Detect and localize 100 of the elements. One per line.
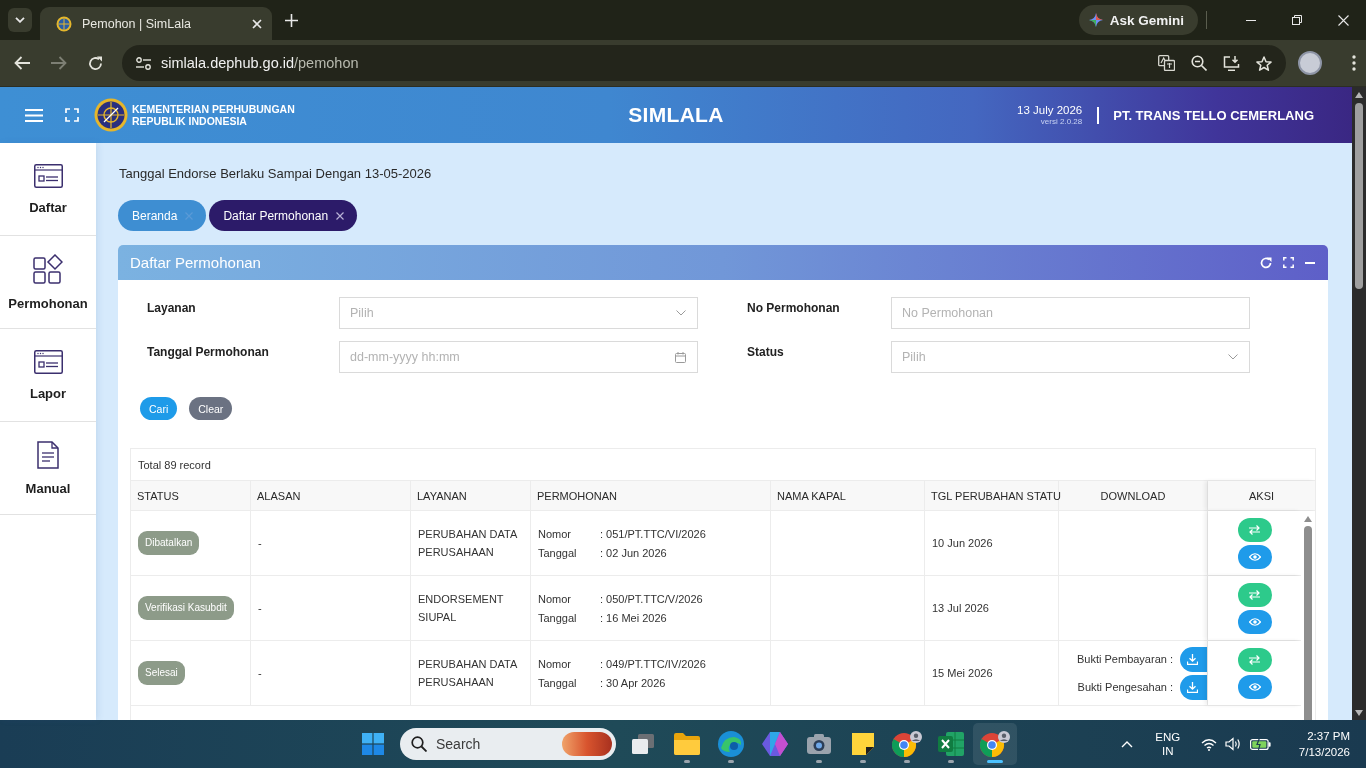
column-header: ALASAN xyxy=(251,481,411,510)
install-icon[interactable] xyxy=(1223,55,1240,71)
browser-icon xyxy=(892,731,922,757)
column-header: LAYANAN xyxy=(411,481,531,510)
field-value: : 051/PT.TTC/VI/2026 xyxy=(600,526,706,542)
swap-arrows-icon xyxy=(1249,654,1260,665)
minimize-icon[interactable] xyxy=(1246,19,1256,21)
fullscreen-icon[interactable] xyxy=(65,108,79,122)
clock-date[interactable]: 7/13/2026 xyxy=(1298,744,1350,760)
menu-icon[interactable] xyxy=(25,108,43,122)
download-button[interactable] xyxy=(1180,646,1207,672)
caret-down-icon xyxy=(15,17,25,23)
taskbar-button[interactable] xyxy=(973,723,1017,765)
sidebar-item[interactable]: Daftar xyxy=(0,143,96,236)
tab[interactable]: Daftar Permohonan xyxy=(209,200,358,231)
scrollbar-thumb[interactable] xyxy=(1304,526,1312,720)
column-header: STATUS xyxy=(131,481,251,510)
star-icon[interactable] xyxy=(1256,55,1272,71)
task-view-icon xyxy=(632,734,654,754)
clock-time[interactable]: 2:37 PM xyxy=(1307,728,1350,744)
field-value: : 049/PT.TTC/IV/2026 xyxy=(600,656,706,672)
sidebar-item[interactable]: Manual xyxy=(0,422,96,515)
browser-tab[interactable]: Pemohon | SimLala xyxy=(40,7,272,40)
app-title: SIMLALA xyxy=(628,103,724,127)
speaker-icon[interactable] xyxy=(1224,737,1242,751)
column-header: NAMA KAPAL xyxy=(771,481,925,510)
caret-up-icon[interactable] xyxy=(1355,92,1363,98)
form-window-icon xyxy=(33,163,63,188)
clear-button[interactable]: Clear xyxy=(189,397,233,420)
battery-icon[interactable] xyxy=(1249,738,1271,750)
search-field[interactable]: Search xyxy=(400,728,616,760)
profile-avatar[interactable] xyxy=(1298,51,1322,75)
back-arrow-icon[interactable] xyxy=(14,56,30,70)
field-label: Tanggal xyxy=(538,545,578,561)
language-code[interactable]: ENG xyxy=(1152,730,1183,744)
swap-arrows-icon xyxy=(1249,524,1260,535)
view-button[interactable] xyxy=(1237,674,1272,699)
fullscreen-icon[interactable] xyxy=(1283,257,1294,268)
header-date: 13 July 2026 xyxy=(1017,103,1083,117)
caret-down-icon[interactable] xyxy=(1355,710,1363,716)
swirl-icon xyxy=(718,731,744,757)
field-label: Tanggal xyxy=(538,675,578,691)
sticky-note-icon xyxy=(852,733,874,755)
form-window-icon xyxy=(33,349,63,374)
sidebar-item[interactable]: Lapor xyxy=(0,329,96,422)
status-badge: Selesai xyxy=(138,661,185,685)
tab-list-button[interactable] xyxy=(8,8,32,32)
field-label: Tanggal Permohonan xyxy=(147,344,270,361)
view-button[interactable] xyxy=(1237,544,1272,569)
apps-grid-icon xyxy=(33,253,63,284)
wifi-icon[interactable] xyxy=(1200,737,1217,751)
tune-icon[interactable] xyxy=(136,56,151,70)
eye-icon xyxy=(1248,682,1261,691)
zoom-out-icon[interactable] xyxy=(1191,55,1207,71)
download-button[interactable] xyxy=(1180,674,1207,700)
swap-arrows-icon xyxy=(1249,589,1260,600)
reload-icon[interactable] xyxy=(88,55,103,71)
search-icon xyxy=(411,736,427,752)
field-label: Nomor xyxy=(538,656,572,672)
restore-icon[interactable] xyxy=(1292,15,1302,25)
refresh-icon[interactable] xyxy=(1260,256,1272,269)
table-cell-text: 13 Jul 2026 xyxy=(932,601,989,616)
table-cell-text: PERUBAHAN DATA PERUSAHAAN xyxy=(418,657,518,690)
emblem-icon xyxy=(56,15,72,32)
status-badge: Verifikasi Kasubdit xyxy=(138,596,234,620)
plus-icon[interactable] xyxy=(285,13,298,27)
close-icon[interactable] xyxy=(336,211,345,220)
spreadsheet-icon xyxy=(938,732,964,756)
table-cell-text: ENDORSEMENT SIUPAL xyxy=(418,592,505,625)
ribbon-icon xyxy=(762,732,788,756)
field-value: : 30 Apr 2026 xyxy=(600,675,667,691)
chevron-down-icon xyxy=(1228,354,1238,360)
kebab-menu-icon[interactable] xyxy=(1352,55,1356,71)
sidebar-item[interactable]: Permohonan xyxy=(0,236,96,329)
translate-icon[interactable] xyxy=(1158,55,1175,71)
scrollbar-track[interactable] xyxy=(1352,87,1366,720)
emblem-logo xyxy=(94,98,128,132)
download-icon xyxy=(1187,681,1198,693)
field-label: Layanan xyxy=(147,300,197,317)
region-code[interactable]: IN xyxy=(1152,744,1183,758)
address-bar[interactable]: simlala.dephub.go.id/pemohon xyxy=(122,45,1286,81)
four-squares-icon[interactable] xyxy=(362,733,384,755)
chevron-up-icon[interactable] xyxy=(1120,740,1133,748)
column-header: PERMOHONAN xyxy=(531,481,771,510)
view-button[interactable] xyxy=(1237,609,1272,634)
field-label: No Permohonan xyxy=(747,300,841,317)
organization-name: KEMENTERIAN PERHUBUNGAN xyxy=(132,103,295,115)
organization-name: REPUBLIK INDONESIA xyxy=(132,115,248,127)
download-icon xyxy=(1187,653,1198,665)
caret-up-icon[interactable] xyxy=(1304,516,1312,522)
table-cell-text: PERUBAHAN DATA PERUSAHAAN xyxy=(418,527,518,560)
tab[interactable]: Beranda xyxy=(118,200,207,231)
field-label: Nomor xyxy=(538,591,572,607)
browser-icon xyxy=(980,731,1010,757)
eye-icon xyxy=(1248,552,1261,561)
scrollbar-thumb[interactable] xyxy=(1355,103,1363,289)
assistant-button[interactable]: Ask Gemini xyxy=(1078,5,1198,35)
folder-icon xyxy=(674,733,700,755)
field-value: : 16 Mei 2026 xyxy=(600,610,668,626)
column-header: DOWNLOAD xyxy=(1059,481,1208,510)
